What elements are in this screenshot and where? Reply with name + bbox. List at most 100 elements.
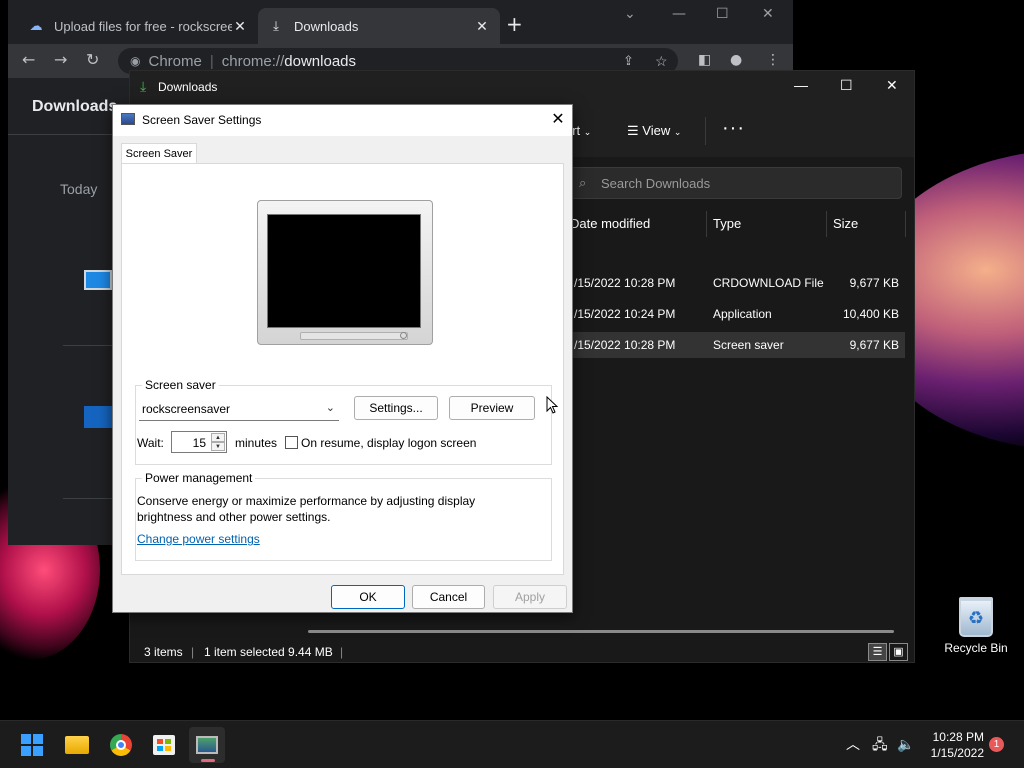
status-bar: 3 items | 1 item selected 9.44 MB | [130,641,914,663]
ok-button[interactable]: OK [331,585,405,609]
chevron-up-icon[interactable]: ︿ [846,737,860,751]
omnibox-url-path: downloads [284,52,356,70]
row-date: /15/2022 10:28 PM [574,276,676,290]
screen-saver-taskbar-button[interactable] [189,727,225,763]
profile-avatar-icon[interactable]: ● [730,52,742,68]
group-label: Power management [142,471,256,485]
column-header-size[interactable]: Size [833,216,858,231]
back-button[interactable]: ← [22,52,35,68]
side-panel-icon[interactable]: ◧ [698,52,711,68]
resume-logon-checkbox[interactable] [285,436,298,449]
view-button[interactable]: ☰ View ⌄ [627,123,681,139]
view-lines-icon: ☰ [627,123,639,138]
horizontal-scrollbar[interactable] [308,630,894,633]
close-button[interactable]: ✕ [545,109,571,131]
chrome-icon [110,734,132,756]
settings-button[interactable]: Settings... [354,396,438,420]
dialog-titlebar: Screen Saver Settings ✕ [113,105,572,136]
close-button[interactable]: ✕ [886,77,898,94]
minimize-button[interactable]: — [794,77,808,93]
file-explorer-taskbar-button[interactable] [59,727,95,763]
tab-close-icon[interactable]: ✕ [232,18,248,35]
column-divider[interactable] [905,211,906,237]
cancel-button[interactable]: Cancel [412,585,485,609]
close-button[interactable]: ✕ [762,6,774,22]
minimize-button[interactable]: — [672,6,686,22]
screen-saver-select[interactable]: rockscreensaver ⌄ [139,397,339,421]
wait-label: Wait: [137,436,164,450]
dialog-title: Screen Saver Settings [142,113,262,127]
notification-badge[interactable]: 1 [989,737,1004,752]
table-row[interactable]: /15/2022 10:24 PM Application 10,400 KB [570,301,905,327]
tab-downloads[interactable]: ⤓ Downloads ✕ [258,8,500,44]
chrome-menu-icon[interactable]: ⋮ [766,52,780,68]
reload-button[interactable]: ↻ [86,52,99,68]
preview-button[interactable]: Preview [449,396,535,420]
maximize-button[interactable]: ☐ [840,77,853,94]
row-date: /15/2022 10:24 PM [574,307,676,321]
row-size: 10,400 KB [842,307,899,321]
folder-icon [65,736,89,754]
search-input[interactable]: ⌕ Search Downloads [570,167,902,199]
column-header-date[interactable]: Date modified [570,216,650,231]
share-icon[interactable]: ⇪ [623,53,634,69]
screen-saver-icon [196,736,218,754]
status-item-count: 3 items [144,645,183,659]
clock-date[interactable]: 1/15/2022 [922,746,984,760]
volume-icon[interactable]: 🔈 [897,737,914,751]
tab-upload-files[interactable]: ☁ Upload files for free - rockscreensave… [18,8,258,44]
chrome-site-icon: ◉ [130,54,141,68]
row-type: Screen saver [713,338,784,352]
monitor-bezel-bar [300,332,408,340]
table-row[interactable]: /15/2022 10:28 PM Screen saver 9,677 KB [570,332,905,358]
section-today: Today [60,181,98,197]
forward-button[interactable]: → [54,52,67,68]
monitor-icon [121,113,135,125]
wait-stepper[interactable]: 15 ▲ ▼ [171,431,227,453]
recycle-bin-icon: ♻ [959,597,993,637]
chevron-down-icon: ⌄ [583,127,592,137]
download-icon: ⤓ [140,78,147,94]
apply-button[interactable]: Apply [493,585,567,609]
column-divider[interactable] [826,211,827,237]
bookmark-star-icon[interactable]: ☆ [655,53,668,70]
tab-title: Downloads [294,18,359,34]
mouse-cursor-icon [546,396,558,414]
resume-logon-label[interactable]: On resume, display logon screen [301,436,476,450]
change-power-settings-link[interactable]: Change power settings [137,532,260,546]
status-divider: | [340,645,344,659]
network-icon[interactable]: 🖧 [872,737,888,751]
recycle-bin[interactable]: ♻ Recycle Bin [940,597,1012,655]
tab-close-icon[interactable]: ✕ [474,18,490,35]
column-divider[interactable] [706,211,707,237]
clock-time[interactable]: 10:28 PM [928,730,984,744]
monitor-preview [257,200,433,345]
chrome-taskbar-button[interactable] [103,727,139,763]
explorer-title: Downloads [158,80,218,94]
details-view-icon[interactable]: ☰ [868,643,887,661]
row-date: /15/2022 10:28 PM [574,338,676,352]
tiles-view-icon[interactable]: ▣ [889,643,908,661]
new-tab-button[interactable]: + [506,14,523,34]
command-divider [705,117,706,145]
tab-search-icon[interactable]: ⌄ [624,6,636,22]
active-indicator [201,759,215,762]
table-row[interactable]: /15/2022 10:28 PM CRDOWNLOAD File 9,677 … [570,270,905,296]
omnibox-separator: | [209,52,214,70]
start-button[interactable] [14,727,50,763]
maximize-button[interactable]: ☐ [716,6,729,22]
wait-value: 15 [192,436,206,450]
column-header-type[interactable]: Type [713,216,741,231]
store-taskbar-button[interactable] [146,727,182,763]
spin-down-icon[interactable]: ▼ [211,442,225,451]
row-size: 9,677 KB [849,338,899,352]
search-icon: ⌕ [579,175,587,190]
chrome-tabstrip: ☁ Upload files for free - rockscreensave… [8,0,793,44]
minutes-label: minutes [235,436,278,450]
more-options-icon[interactable]: ··· [722,117,745,140]
tab-screen-saver[interactable]: Screen Saver [121,143,197,164]
view-label: View [642,123,671,138]
spin-up-icon[interactable]: ▲ [211,433,225,442]
file-icon [84,270,112,290]
chevron-down-icon: ⌄ [673,127,682,137]
